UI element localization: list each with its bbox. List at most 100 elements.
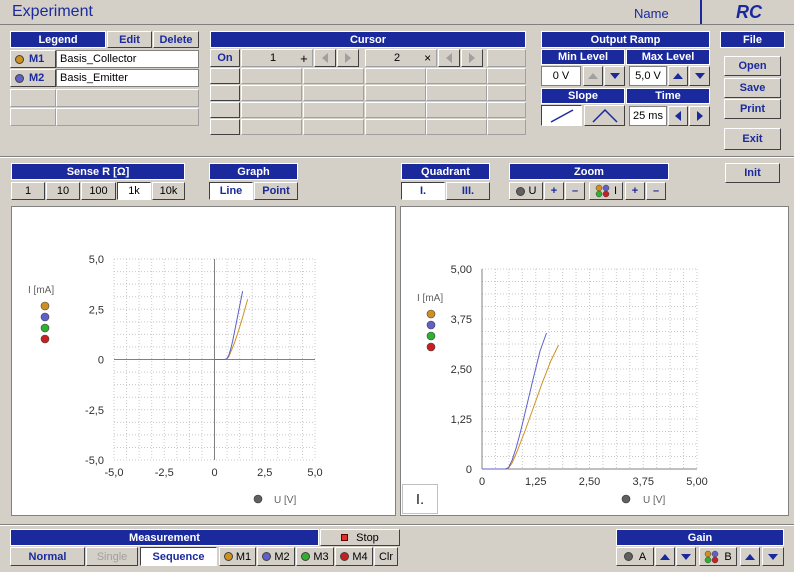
gain-a-up-button[interactable] — [655, 547, 675, 566]
cursor-header: Cursor — [210, 31, 526, 48]
quadrant-1-button[interactable]: I. — [401, 182, 445, 200]
save-button[interactable]: Save — [724, 78, 781, 98]
sense-r-1k-button[interactable]: 1k — [117, 182, 151, 200]
zoom-u-minus-button[interactable]: – — [565, 182, 585, 200]
legend-delete-button[interactable]: Delete — [153, 31, 199, 48]
logo: RC — [736, 2, 762, 22]
gain-header: Gain — [616, 529, 784, 546]
series-line-m2 — [214, 291, 244, 360]
logo-divider — [700, 0, 702, 24]
time-decrease-button[interactable] — [668, 106, 688, 126]
cursor-1-left-button[interactable] — [314, 49, 336, 67]
gain-b-down-button[interactable] — [762, 547, 784, 566]
m3-select-button[interactable]: M3 — [296, 547, 334, 566]
m3-dot-icon — [301, 552, 311, 561]
series-color-dot-icon — [40, 323, 50, 333]
y-tick-label: 0 — [98, 355, 104, 367]
zoom-i-minus-button[interactable]: – — [646, 182, 666, 200]
stop-button[interactable]: Stop — [320, 529, 400, 546]
gain-b-up-button[interactable] — [740, 547, 760, 566]
print-button[interactable]: Print — [724, 99, 781, 119]
min-level-up-button[interactable] — [583, 66, 603, 86]
cursor-2-right-button[interactable] — [461, 49, 483, 67]
arrow-down-icon — [768, 553, 778, 560]
sense-r-10-button[interactable]: 10 — [46, 182, 80, 200]
series-color-dot-icon — [426, 342, 436, 352]
sense-r-10k-button[interactable]: 10k — [152, 182, 185, 200]
plot-quadrant-1[interactable]: 0 1,25 2,50 3,75 5,00 5,00 3,75 2,50 1,25 0 I [mA]… — [400, 206, 789, 516]
cursor-on-button[interactable]: On — [210, 49, 240, 67]
gain-a-selector[interactable]: A — [616, 547, 654, 566]
arrow-down-icon — [609, 73, 620, 79]
legend-m1-toggle[interactable]: M1 — [10, 50, 56, 68]
graph-point-button[interactable]: Point — [254, 182, 298, 200]
y-tick-label: 5,00 — [451, 264, 472, 276]
arrow-up-icon — [588, 73, 598, 79]
graph-line-button[interactable]: Line — [209, 182, 253, 200]
stop-label: Stop — [356, 531, 379, 544]
zoom-i-plus-button[interactable]: + — [625, 182, 645, 200]
open-button[interactable]: Open — [724, 56, 781, 76]
x-axis-label: U [V] — [643, 495, 665, 506]
gain-a-down-button[interactable] — [676, 547, 696, 566]
min-level-field[interactable]: 0 V — [541, 66, 581, 86]
legend-m1-name-field[interactable]: Basis_Collector — [56, 50, 199, 68]
cursor-cell — [303, 102, 364, 118]
x-tick-label: 0 — [211, 467, 217, 479]
time-field[interactable]: 25 ms — [629, 106, 667, 126]
min-level-down-button[interactable] — [604, 66, 625, 86]
gain-b-selector[interactable]: B — [699, 547, 737, 566]
exit-button[interactable]: Exit — [724, 128, 781, 150]
sense-r-1-button[interactable]: 1 — [11, 182, 45, 200]
cursor-cell — [426, 85, 487, 101]
divider — [0, 524, 794, 526]
arrow-left-icon — [675, 111, 681, 121]
arrow-right-icon — [696, 111, 703, 121]
m1-color-icon — [15, 54, 24, 64]
cursor-row-button[interactable] — [210, 85, 240, 101]
multi-dot-icon — [705, 550, 719, 563]
sense-r-100-button[interactable]: 100 — [81, 182, 116, 200]
legend-m1-id: M1 — [29, 53, 45, 65]
plot-all-quadrants[interactable]: -5,0 -2,5 0 2,5 5,0 5,0 2,5 0 -2,5 -5,0 I [mA] U [V… — [11, 206, 396, 516]
x-tick-label: 5,0 — [307, 467, 322, 479]
max-level-field[interactable]: 5,0 V — [629, 66, 667, 86]
cursor-row-button[interactable] — [210, 119, 240, 135]
zoom-u-plus-button[interactable]: + — [544, 182, 564, 200]
cursor-2-label: 2 — [394, 52, 401, 64]
max-level-up-button[interactable] — [668, 66, 688, 86]
cursor-1-right-button[interactable] — [337, 49, 359, 67]
cursor-2-left-button[interactable] — [438, 49, 460, 67]
zoom-u-selector[interactable]: U — [509, 182, 543, 200]
series-color-dot-icon — [40, 334, 50, 344]
chart-all-quadrants[interactable]: -5,0 -2,5 0 2,5 5,0 5,0 2,5 0 -2,5 -5,0 I [mA] U [V… — [12, 207, 395, 515]
output-ramp-header: Output Ramp — [541, 31, 710, 48]
single-button[interactable]: Single — [86, 547, 138, 566]
legend-m2-toggle[interactable]: M2 — [10, 69, 56, 87]
slope-triangle-button[interactable] — [584, 105, 625, 126]
cursor-row-button[interactable] — [210, 102, 240, 118]
min-level-header: Min Level — [541, 49, 625, 65]
y-tick-label: 3,75 — [451, 314, 472, 326]
chart-quadrant-1[interactable]: 0 1,25 2,50 3,75 5,00 5,00 3,75 2,50 1,25 0 I [mA]… — [401, 207, 788, 515]
normal-button[interactable]: Normal — [10, 547, 85, 566]
m4-select-button[interactable]: M4 — [335, 547, 373, 566]
slope-ramp-button[interactable] — [541, 105, 582, 126]
cursor-1-label: 1 — [270, 52, 277, 64]
gain-a-label: A — [638, 550, 647, 563]
zoom-i-selector[interactable]: I — [589, 182, 623, 200]
cursor-readout — [487, 49, 526, 67]
quadrant-3-button[interactable]: III. — [446, 182, 490, 200]
clear-button[interactable]: Clr — [374, 547, 398, 566]
legend-edit-button[interactable]: Edit — [107, 31, 152, 48]
arrow-down-icon — [681, 553, 691, 560]
sequence-button[interactable]: Sequence — [140, 547, 217, 566]
init-button[interactable]: Init — [725, 163, 780, 183]
m1-select-button[interactable]: M1 — [219, 547, 256, 566]
time-increase-button[interactable] — [689, 106, 710, 126]
legend-m2-name-field[interactable]: Basis_Emitter — [56, 69, 199, 87]
y-tick-label: 2,50 — [451, 364, 472, 376]
m2-select-button[interactable]: M2 — [257, 547, 295, 566]
max-level-down-button[interactable] — [689, 66, 710, 86]
cursor-row-button[interactable] — [210, 68, 240, 84]
